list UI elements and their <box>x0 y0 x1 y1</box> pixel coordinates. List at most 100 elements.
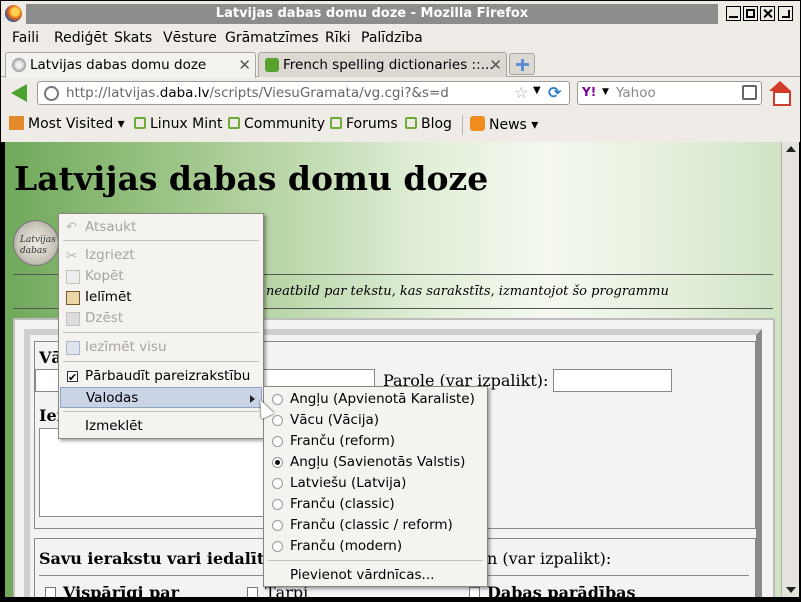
menubar: Faili Rediģēt Skats Vēsture Grāmatzīmes … <box>1 26 800 50</box>
url-bar[interactable]: http://latvijas.daba.lv/scripts/ViesuGra… <box>37 81 570 105</box>
category-label: Dabas parādības <box>487 583 636 597</box>
menu-separator <box>63 361 259 362</box>
radio-icon <box>272 415 283 426</box>
bookmarks-toolbar: Most Visited ▾ Linux Mint Community Foru… <box>1 110 800 140</box>
bookmark-news[interactable]: News ▾ <box>470 116 538 133</box>
bookmark-forums[interactable]: Forums <box>330 116 398 132</box>
menu-item-undo[interactable]: ↶ Atsaukt <box>60 217 262 238</box>
delete-icon <box>66 312 80 326</box>
copy-icon <box>66 270 80 284</box>
bookmark-community[interactable]: Community <box>228 116 325 132</box>
language-fr-reform[interactable]: Franču (reform) <box>265 431 486 452</box>
back-arrow-icon[interactable] <box>11 84 27 102</box>
radio-icon <box>272 520 283 531</box>
puzzle-icon <box>265 58 279 72</box>
tab-label: French spelling dictionaries ::... <box>283 57 494 73</box>
menu-item-copy[interactable]: Kopēt <box>60 266 262 287</box>
clipboard-icon <box>66 291 80 305</box>
menu-item-languages[interactable]: Valodas <box>60 387 262 408</box>
yahoo-engine-icon[interactable]: Y! <box>582 85 596 99</box>
close-tab-icon[interactable]: ✕ <box>238 56 251 74</box>
radio-icon <box>272 436 283 447</box>
site-favicon-icon <box>12 58 26 72</box>
page-scrollbar[interactable] <box>781 142 799 597</box>
add-dictionaries-item[interactable]: Pievienot vārdnīcas... <box>265 565 486 586</box>
url-text[interactable]: http://latvijas.daba.lv/scripts/ViesuGra… <box>66 85 449 101</box>
share-label-tail: n (var izpalikt): <box>487 549 612 568</box>
menu-file[interactable]: Faili <box>12 30 39 46</box>
menu-view[interactable]: Skats <box>114 30 152 46</box>
share-label: Savu ierakstu vari iedalīt <box>39 549 265 568</box>
reload-icon[interactable]: ⟳ <box>548 83 561 102</box>
home-icon[interactable] <box>769 81 791 106</box>
scissors-icon: ✂ <box>66 248 78 264</box>
scroll-down-icon[interactable] <box>786 587 796 593</box>
menu-separator <box>268 560 483 561</box>
most-visited-icon <box>9 116 24 130</box>
close-window-button[interactable] <box>760 6 775 21</box>
resize-icon[interactable] <box>778 6 793 21</box>
category-checkbox[interactable] <box>45 587 56 597</box>
context-menu: ↶ Atsaukt ✂ Izgriezt Kopēt Ielīmēt Dzēst… <box>58 213 264 439</box>
category-checkbox[interactable] <box>247 587 258 597</box>
menu-separator <box>63 332 259 333</box>
menu-item-select-all[interactable]: Iezīmēt visu <box>60 337 262 358</box>
radio-icon <box>272 541 283 552</box>
menu-item-delete[interactable]: Dzēst <box>60 308 262 329</box>
search-icon[interactable] <box>742 85 757 100</box>
password-input[interactable] <box>553 369 672 392</box>
menu-item-paste[interactable]: Ielīmēt <box>60 287 262 308</box>
undo-icon: ↶ <box>66 220 77 235</box>
languages-submenu: Angļu (Apvienotā Karaliste) Vācu (Vācija… <box>263 386 488 587</box>
close-tab-icon[interactable]: ✕ <box>489 56 502 74</box>
menu-separator <box>63 240 259 241</box>
radio-selected-icon <box>272 457 283 468</box>
page-title: Latvijas dabas domu doze <box>14 159 489 198</box>
bookmark-blog[interactable]: Blog <box>405 116 452 132</box>
window-title: Latvijas dabas domu doze - Mozilla Firef… <box>26 4 718 24</box>
mint-icon <box>134 117 146 129</box>
language-en-gb[interactable]: Angļu (Apvienotā Karaliste) <box>265 389 486 410</box>
menu-bookmarks[interactable]: Grāmatzīmes <box>225 30 319 46</box>
bookmark-star-icon[interactable]: ☆ <box>514 83 528 102</box>
language-fr-classic-reform[interactable]: Franču (classic / reform) <box>265 515 486 536</box>
language-en-us[interactable]: Angļu (Savienotās Valstis) <box>265 452 486 473</box>
radio-icon <box>272 394 283 405</box>
language-lv-lv[interactable]: Latviešu (Latvija) <box>265 473 486 494</box>
menu-item-inspect[interactable]: Izmeklēt <box>60 416 262 437</box>
engine-dropdown-icon[interactable]: ▼ <box>602 87 609 97</box>
navigation-bar: http://latvijas.daba.lv/scripts/ViesuGra… <box>1 78 800 108</box>
menu-help[interactable]: Palīdzība <box>361 30 423 46</box>
search-placeholder: Yahoo <box>616 85 656 101</box>
bookmark-linux-mint[interactable]: Linux Mint <box>134 116 223 132</box>
rss-icon <box>470 116 485 131</box>
tab-french-dictionaries[interactable]: French spelling dictionaries ::... ✕ <box>258 52 507 77</box>
menu-item-spellcheck[interactable]: Pārbaudīt pareizrakstību <box>60 366 262 388</box>
site-logo: Latvijas dabas <box>13 220 59 266</box>
bookmark-most-visited[interactable]: Most Visited ▾ <box>9 116 125 132</box>
maximize-button[interactable] <box>743 6 758 21</box>
language-fr-classic[interactable]: Franču (classic) <box>265 494 486 515</box>
globe-icon <box>44 86 59 101</box>
search-bar[interactable]: Y! ▼ Yahoo <box>577 81 762 105</box>
radio-icon <box>272 499 283 510</box>
menu-item-cut[interactable]: ✂ Izgriezt <box>60 245 262 266</box>
checkbox-checked-icon <box>67 367 78 388</box>
menu-tools[interactable]: Rīki <box>325 30 351 46</box>
mint-icon <box>330 117 342 129</box>
url-history-dropdown-icon[interactable]: ▼ <box>533 85 541 96</box>
menu-history[interactable]: Vēsture <box>163 30 217 46</box>
mint-icon <box>405 117 417 129</box>
tab-active[interactable]: Latvijas dabas domu doze ✕ <box>5 52 256 78</box>
bookmark-separator <box>462 115 463 135</box>
category-checkbox[interactable] <box>469 587 480 597</box>
window-titlebar: Latvijas dabas domu doze - Mozilla Firef… <box>1 1 800 26</box>
firefox-icon[interactable] <box>5 5 22 22</box>
minimize-button[interactable] <box>726 6 741 21</box>
language-de-de[interactable]: Vācu (Vācija) <box>265 410 486 431</box>
menu-edit[interactable]: Rediģēt <box>54 30 107 46</box>
mint-icon <box>228 117 240 129</box>
language-fr-modern[interactable]: Franču (modern) <box>265 536 486 557</box>
new-tab-button[interactable] <box>509 53 535 75</box>
scroll-up-icon[interactable] <box>786 146 796 152</box>
